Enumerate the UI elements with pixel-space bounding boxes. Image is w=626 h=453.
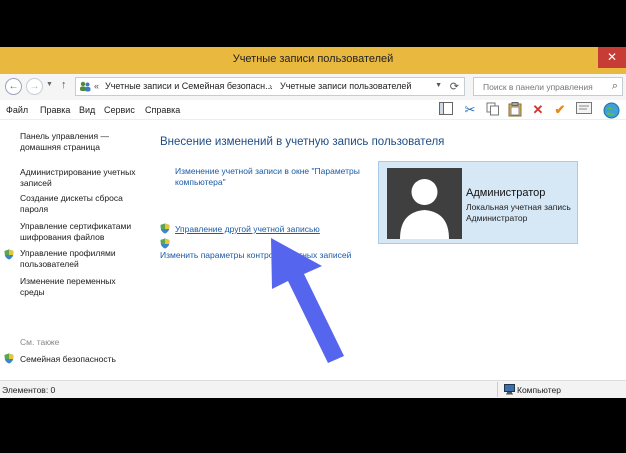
computer-icon [504,384,515,395]
annotation-arrow-icon [271,238,344,363]
status-divider [497,382,498,397]
location-label: Компьютер [517,385,561,395]
items-count: Элементов: 0 [2,385,56,395]
app-window: Учетные записи пользователей ✕ ← → ▼ ↑ «… [0,47,626,398]
status-bar: Элементов: 0 Компьютер [0,380,626,398]
